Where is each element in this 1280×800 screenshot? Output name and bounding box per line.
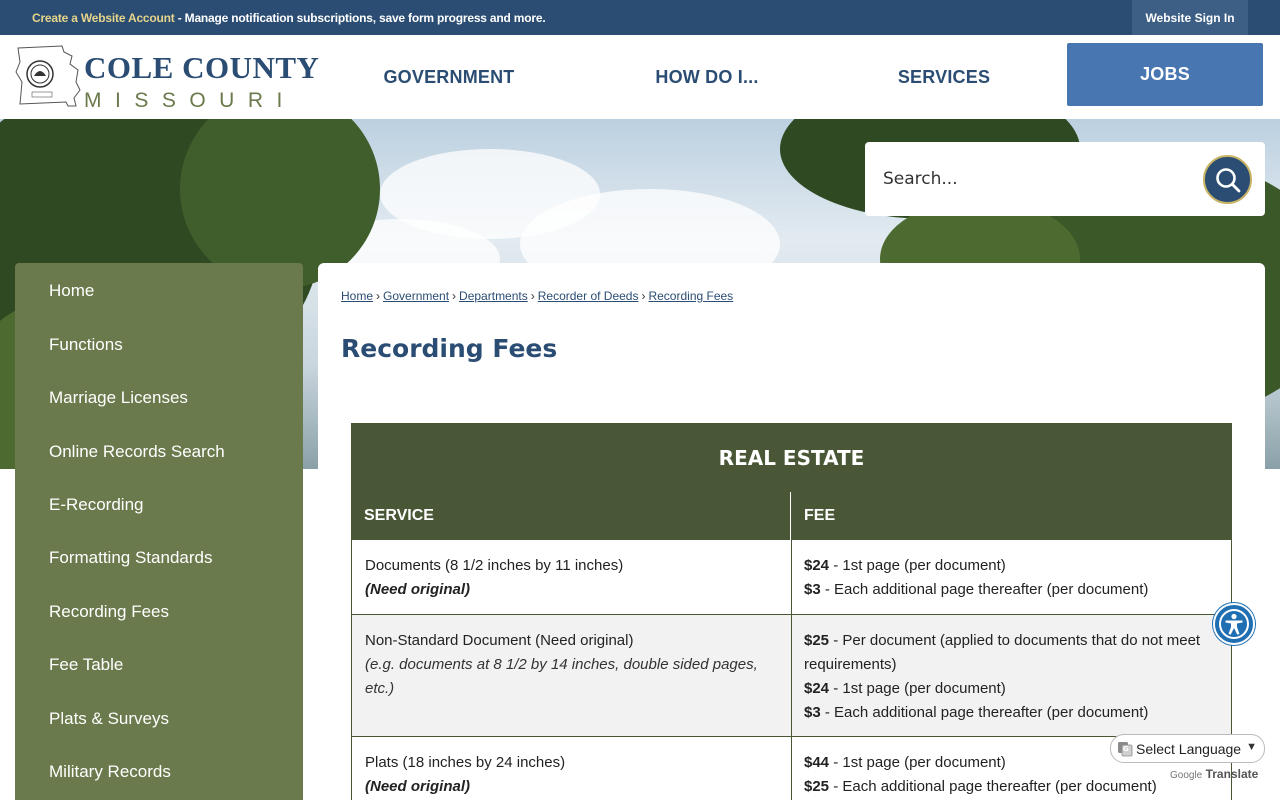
fee-desc: - Each additional page thereafter (per d… <box>820 704 1149 721</box>
fee-line: $3 - Each additional page thereafter (pe… <box>804 701 1219 725</box>
sidebar-item-functions[interactable]: Functions <box>49 335 123 355</box>
fee-desc: - Per document (applied to documents tha… <box>804 632 1201 673</box>
sidebar-item-fee-table[interactable]: Fee Table <box>49 655 123 675</box>
fee-amount: $25 <box>804 632 830 649</box>
breadcrumb: Home › Government › Departments › Recorder of … <box>341 289 733 303</box>
cole-county-logo[interactable]: COLE COUNTY MISSOURI <box>14 42 319 112</box>
nav-government[interactable]: GOVERNMENT <box>330 35 568 119</box>
breadcrumb-separator: › <box>376 289 381 303</box>
sidebar-item-home[interactable]: Home <box>49 281 94 301</box>
fee-amount: $3 <box>804 581 821 598</box>
sidebar-item-recording-fees[interactable]: Recording Fees <box>49 602 169 622</box>
fee-table-title: REAL ESTATE <box>351 423 1232 492</box>
table-row: Documents (8 1/2 inches by 11 inches) (N… <box>351 540 1232 615</box>
fee-line: $3 - Each additional page thereafter (pe… <box>804 578 1219 602</box>
breadcrumb-separator: › <box>452 289 457 303</box>
powered-by-google: Google Translate <box>1170 767 1258 781</box>
fee-amount: $44 <box>804 754 830 771</box>
website-sign-in-button[interactable]: Website Sign In <box>1132 0 1248 35</box>
translate-link[interactable]: Translate <box>1206 767 1259 781</box>
breadcrumb-separator: › <box>641 289 646 303</box>
sidebar-item-formatting-standards[interactable]: Formatting Standards <box>49 548 212 568</box>
breadcrumb-departments[interactable]: Departments <box>459 289 528 303</box>
sidebar-item-e-recording[interactable]: E-Recording <box>49 495 144 515</box>
breadcrumb-recording-fees[interactable]: Recording Fees <box>648 289 733 303</box>
breadcrumb-recorder-of-deeds[interactable]: Recorder of Deeds <box>538 289 639 303</box>
sidebar-item-military-records[interactable]: Military Records <box>49 762 171 782</box>
fee-desc: - 1st page (per document) <box>829 557 1006 574</box>
page-title: Recording Fees <box>341 334 558 363</box>
sidebar-nav: Home Functions Marriage Licenses Online … <box>15 263 303 800</box>
table-row: Non-Standard Document (Need original) (e… <box>351 615 1232 737</box>
fee-line: $25 - Each additional page thereafter (p… <box>804 775 1219 799</box>
nav-how-do-i[interactable]: HOW DO I... <box>590 35 824 119</box>
account-message: Create a Website Account - Manage notifi… <box>32 11 546 25</box>
accessibility-button[interactable] <box>1213 603 1255 645</box>
fee-amount: $24 <box>804 557 830 574</box>
svg-text:G: G <box>1123 745 1129 753</box>
fee-line: $25 - Per document (applied to documents… <box>804 629 1219 677</box>
nav-services[interactable]: SERVICES <box>830 35 1058 119</box>
breadcrumb-home[interactable]: Home <box>341 289 373 303</box>
service-name: Non-Standard Document (Need original) <box>365 632 634 649</box>
service-cell: Non-Standard Document (Need original) (e… <box>352 615 792 736</box>
service-note: (Need original) <box>365 581 471 598</box>
service-note: (Need original) <box>365 778 471 795</box>
sidebar-item-marriage-licenses[interactable]: Marriage Licenses <box>49 388 188 408</box>
column-header-fee: FEE <box>791 492 1232 540</box>
fee-cell: $24 - 1st page (per document) $3 - Each … <box>792 540 1231 614</box>
accessibility-icon <box>1219 609 1249 639</box>
column-header-service: SERVICE <box>351 492 791 540</box>
site-header: COLE COUNTY MISSOURI GOVERNMENT HOW DO I… <box>0 35 1280 119</box>
service-note: (e.g. documents at 8 1/2 by 14 inches, d… <box>365 656 758 697</box>
service-cell: Plats (18 inches by 24 inches) (Need ori… <box>352 737 792 800</box>
logo-subtitle: MISSOURI <box>84 89 296 112</box>
top-bar: Create a Website Account - Manage notifi… <box>0 0 1280 35</box>
select-language-label: Select Language <box>1136 740 1242 757</box>
fee-line: $24 - 1st page (per document) <box>804 677 1219 701</box>
sidebar-item-online-records-search[interactable]: Online Records Search <box>49 442 225 462</box>
search-button[interactable] <box>1203 155 1252 204</box>
breadcrumb-separator: › <box>530 289 535 303</box>
fee-line: $24 - 1st page (per document) <box>804 554 1219 578</box>
fee-cell: $25 - Per document (applied to documents… <box>792 615 1231 736</box>
fee-amount: $24 <box>804 680 830 697</box>
breadcrumb-government[interactable]: Government <box>383 289 449 303</box>
google-translate-icon: G <box>1118 741 1133 756</box>
service-name: Documents (8 1/2 inches by 11 inches) <box>365 557 624 574</box>
fee-desc: - Each additional page thereafter (per d… <box>829 778 1157 795</box>
account-message-text: - Manage notification subscriptions, sav… <box>174 11 546 25</box>
fee-desc: - 1st page (per document) <box>829 680 1006 697</box>
service-name: Plats (18 inches by 24 inches) <box>365 754 566 771</box>
service-cell: Documents (8 1/2 inches by 11 inches) (N… <box>352 540 792 614</box>
fee-amount: $3 <box>804 704 821 721</box>
search-input[interactable] <box>883 162 1183 196</box>
select-language-dropdown[interactable]: G Select Language ▼ <box>1110 734 1265 763</box>
logo-title: COLE COUNTY <box>84 50 320 85</box>
table-row: Plats (18 inches by 24 inches) (Need ori… <box>351 737 1232 800</box>
missouri-state-icon <box>15 45 81 107</box>
search-box <box>865 142 1265 216</box>
sidebar-item-plats-surveys[interactable]: Plats & Surveys <box>49 709 169 729</box>
nav-jobs[interactable]: JOBS <box>1067 43 1263 106</box>
fee-amount: $25 <box>804 778 830 795</box>
create-account-link[interactable]: Create a Website Account <box>32 11 175 25</box>
chevron-down-icon: ▼ <box>1246 741 1257 753</box>
google-wordmark: Google <box>1170 770 1203 781</box>
search-icon <box>1215 167 1240 192</box>
fee-desc: - 1st page (per document) <box>829 754 1006 771</box>
fee-desc: - Each additional page thereafter (per d… <box>820 581 1149 598</box>
